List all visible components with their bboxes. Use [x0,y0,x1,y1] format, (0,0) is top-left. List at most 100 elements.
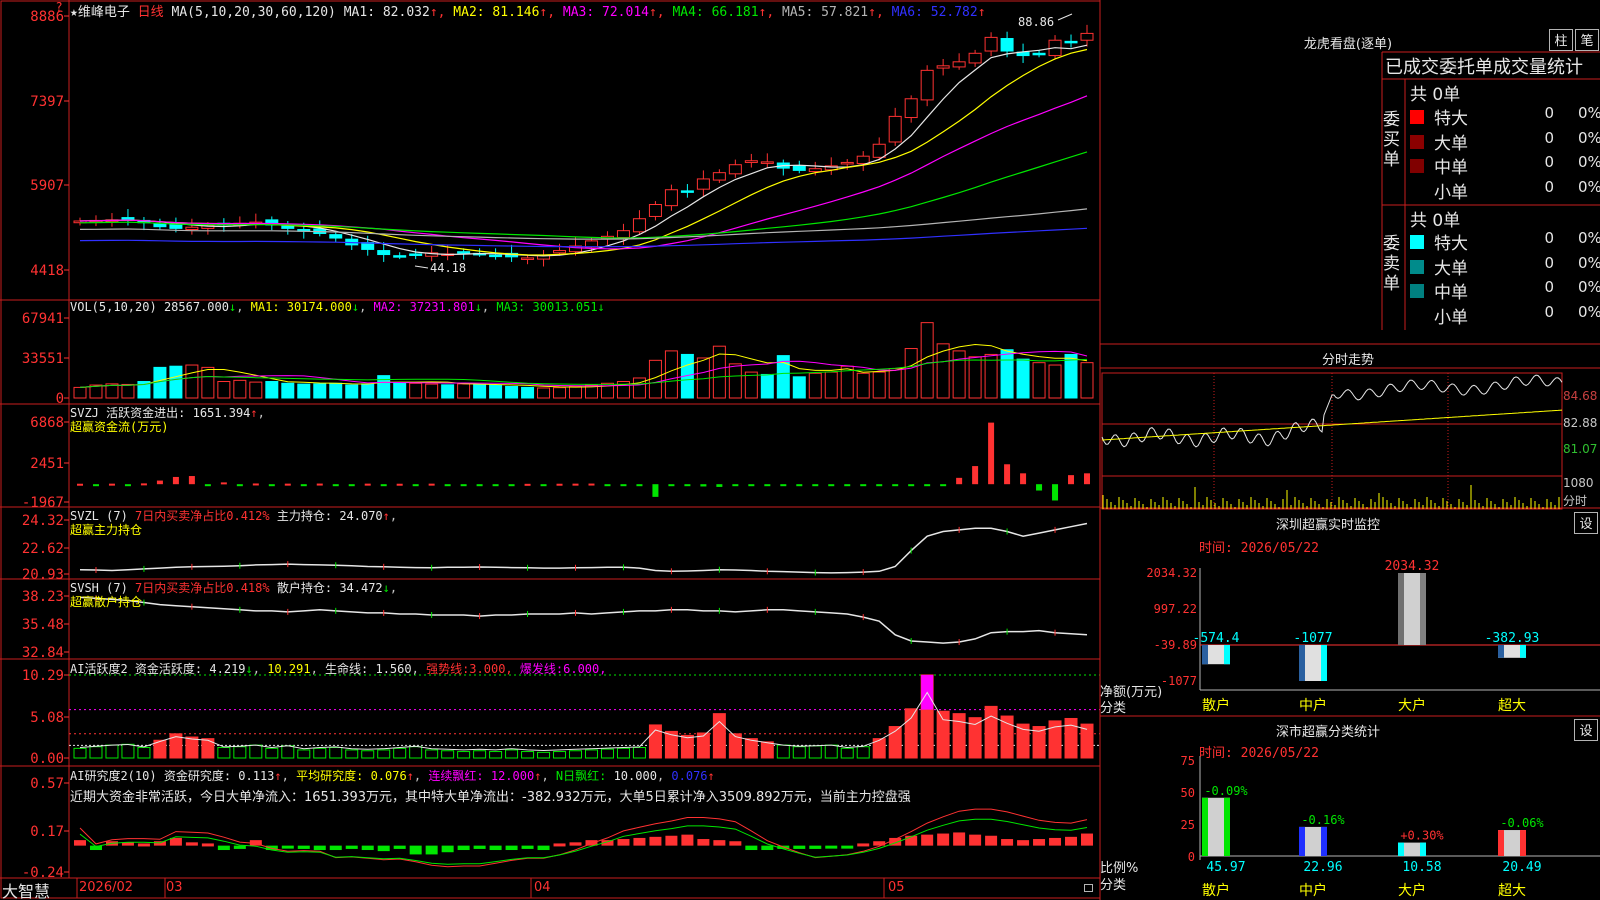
ai-research-v1: 0.113 [238,769,275,783]
svzl-subtitle: 超赢主力持仓 [70,523,143,537]
monitor-bar-shade [1202,645,1208,665]
research-bar [505,845,518,851]
fund-flow-bar [892,484,899,487]
volume-bar [329,382,343,399]
vol-value: 28567.000 [163,300,229,314]
sell-row: 特大 0 0% [1410,229,1600,254]
buy-label: 特大 [1434,109,1468,129]
volume-bar [856,372,870,399]
volume-bar [249,381,263,399]
research-bar [761,845,774,851]
lock-icon[interactable] [1084,884,1093,892]
activity-bar [297,749,311,759]
ma-legend-item: MA4: 66.181 [672,5,759,20]
volume-bar [728,363,742,399]
research-bar [74,840,86,846]
activity-bar [792,746,806,759]
volume-bar [872,371,886,399]
sell-pct: 0% [1578,278,1600,296]
monitor-bar-value: -1077 [1293,631,1332,646]
monitor-y1: 2034.32 [1146,566,1197,580]
ai-active-v3: 1.560 [375,662,412,676]
ai-research-text2: 平均研究度: [296,769,364,783]
monitor-bar-shade [1398,573,1404,645]
buy-pct: 0% [1578,177,1600,196]
activity-line [79,691,1088,752]
chart-canvas[interactable]: 888673975907441888.8644.1867941335510686… [0,0,1600,900]
sell-swatch [1410,235,1424,249]
classify-y2: 50 [1180,786,1195,800]
buy-swatch [1410,184,1424,198]
intraday-avg-line [1101,409,1563,441]
favorite-star-icon[interactable]: ★ [70,5,78,20]
activity-bar [73,747,87,759]
volume-bar [425,383,439,399]
activity-bar [217,747,231,759]
high-pointer [1057,13,1073,21]
svzl-line [79,522,1088,574]
volume-bar [920,322,934,399]
classify-settings-button[interactable]: 设 [1574,719,1598,741]
date-label-3: 04 [534,880,551,895]
activity-bar [137,747,151,759]
svsh-label: 38.23 [22,589,64,605]
research-bar [921,834,934,846]
candle-body [632,218,646,233]
research-bar [745,845,758,851]
fund-flow-bar [652,484,659,497]
research-bar [425,845,438,855]
monitor-settings-button[interactable]: 设 [1574,512,1598,534]
activity-bar [632,747,646,759]
candle-body [952,61,966,68]
research-red-line [79,808,1088,868]
activity-bar [89,746,103,759]
monitor-title: 深圳超赢实时监控 [1275,518,1380,533]
svsh-value: 34.472 [339,581,383,595]
volume-bar [313,383,327,399]
research-bar [825,845,838,849]
classify-category: 散户 [1202,882,1230,899]
ma-legend-item: MA6: 52.782 [891,5,978,20]
volume-bar [201,366,215,399]
volume-bar [457,383,471,399]
vol-ma-line [79,358,1088,388]
activity-bar [553,751,567,759]
research-bar [233,845,246,849]
research-bar [521,845,534,849]
ai-research-text1: 资金研究度: [163,769,232,783]
volume-bar [489,384,503,399]
period-label[interactable]: 日线 [138,5,164,20]
research-bar [1017,840,1030,846]
volume-bar [553,387,567,399]
lhb-title: 龙虎看盘(逐单) [1303,37,1393,52]
candle-body [872,143,886,158]
svzl-value: 24.070 [339,509,383,523]
fund-flow-bar [124,484,131,487]
buy-row: 大单 0 0% [1410,129,1600,154]
sell-total: 共 0单 [1410,211,1461,231]
volume-bar [217,381,231,399]
activity-bar [680,734,694,759]
classify-change: +0.30% [1400,829,1444,843]
candle-body [920,69,934,101]
activity-bar [537,751,551,759]
intraday-frame [1101,372,1563,510]
fund-flow-bar [428,483,435,486]
ai-active-burst-label: 爆发线: [519,662,564,676]
ma-legend-item: MA1: 82.032 [343,5,430,20]
fund-flow-bar [492,484,499,487]
svzj-label: 2451 [30,456,64,472]
sell-swatch [1410,259,1424,274]
column-view-button[interactable]: 柱 [1549,29,1573,51]
fund-flow-bar [732,484,739,487]
brand-label: 大智慧 [2,882,51,900]
sell-count: 0 [1544,302,1554,321]
research-bar [1081,833,1093,846]
fund-flow-bar [1036,484,1043,491]
stock-name: 维峰电子 [77,5,130,20]
volume-bar [1048,364,1062,399]
fund-flow-bar [1068,475,1075,485]
classify-change: -0.06% [1500,816,1544,830]
fund-flow-bar [156,480,163,485]
tick-view-button[interactable]: 笔 [1575,29,1599,51]
